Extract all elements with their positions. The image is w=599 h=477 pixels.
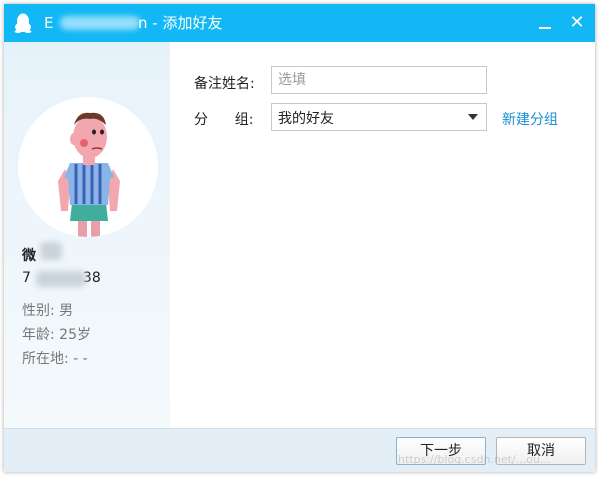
close-button[interactable]: ✕ bbox=[564, 10, 590, 36]
close-icon: ✕ bbox=[569, 12, 585, 33]
cartoon-avatar-image bbox=[58, 112, 120, 237]
qq-penguin-icon bbox=[14, 13, 32, 33]
window-title-prefix: E bbox=[44, 14, 54, 32]
remark-name-label: 备注姓名: bbox=[194, 76, 255, 92]
footer: 下一步 取消 https://blog.csdn.net/...ou... bbox=[4, 428, 595, 472]
cancel-button[interactable]: 取消 bbox=[496, 437, 586, 465]
dropdown-arrow-icon bbox=[468, 114, 478, 120]
profile-panel: 微 7 38 性别: 男 年龄: 25岁 所在地: - - bbox=[4, 42, 170, 428]
avatar bbox=[18, 97, 158, 237]
add-friend-window: E n - 添加好友 ✕ 微 7 38 性别: 男 年龄: 25岁 所在地: -… bbox=[4, 4, 595, 472]
title-bar[interactable]: E n - 添加好友 ✕ bbox=[4, 4, 595, 42]
redacted-qq-number bbox=[36, 271, 86, 287]
gender-info: 性别: 男 bbox=[22, 303, 74, 319]
remark-name-input[interactable] bbox=[271, 66, 487, 94]
group-label: 分 组: bbox=[194, 112, 254, 128]
minimize-button[interactable] bbox=[532, 10, 558, 36]
next-step-button[interactable]: 下一步 bbox=[396, 437, 486, 465]
qq-number-start: 7 bbox=[22, 270, 31, 286]
minimize-icon bbox=[539, 27, 551, 29]
group-selected-value: 我的好友 bbox=[278, 111, 334, 127]
age-info: 年龄: 25岁 bbox=[22, 327, 91, 343]
location-info: 所在地: - - bbox=[22, 351, 88, 367]
nickname: 微 bbox=[22, 248, 36, 264]
new-group-link[interactable]: 新建分组 bbox=[502, 109, 558, 129]
redacted-title bbox=[60, 16, 140, 30]
redacted-nickname bbox=[40, 242, 62, 260]
group-select[interactable]: 我的好友 bbox=[271, 103, 487, 131]
window-title: n - 添加好友 bbox=[138, 14, 223, 32]
